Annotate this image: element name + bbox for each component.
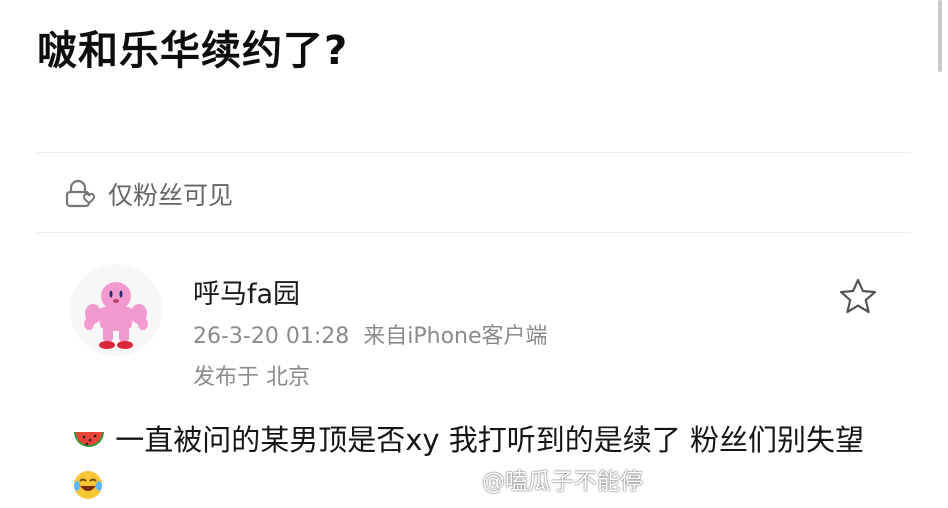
star-icon[interactable] [838, 277, 878, 315]
laughing-tears-icon [74, 471, 102, 499]
divider [37, 232, 911, 233]
watermelon-icon [74, 432, 104, 447]
visibility-row: 仅粉丝可见 [64, 174, 233, 214]
visibility-label: 仅粉丝可见 [108, 181, 234, 210]
watermark: @嗑瓜子不能停 [448, 462, 643, 496]
avatar[interactable] [70, 264, 162, 356]
divider [37, 152, 911, 153]
pink-muscular-kirby-avatar [84, 282, 148, 349]
post-location: 发布于 北京 [193, 365, 310, 390]
post-meta: 26-3-20 01:28 来自iPhone客户端 [193, 318, 548, 350]
weibo-icon [449, 470, 474, 490]
scrollbar[interactable] [938, 0, 942, 72]
post-datetime: 26-3-20 01:28 [193, 324, 350, 349]
lock-heart-icon [65, 179, 96, 208]
post-text: 一直被问的某男顶是否xy 我打听到的是续了 粉丝们别失望 [115, 423, 864, 457]
page-title: 啵和乐华续约了? [37, 28, 349, 74]
author-name[interactable]: 呼马fa园 [193, 272, 300, 311]
watermark-text: @嗑瓜子不能停 [482, 469, 643, 495]
post-source: 来自iPhone客户端 [363, 324, 548, 349]
